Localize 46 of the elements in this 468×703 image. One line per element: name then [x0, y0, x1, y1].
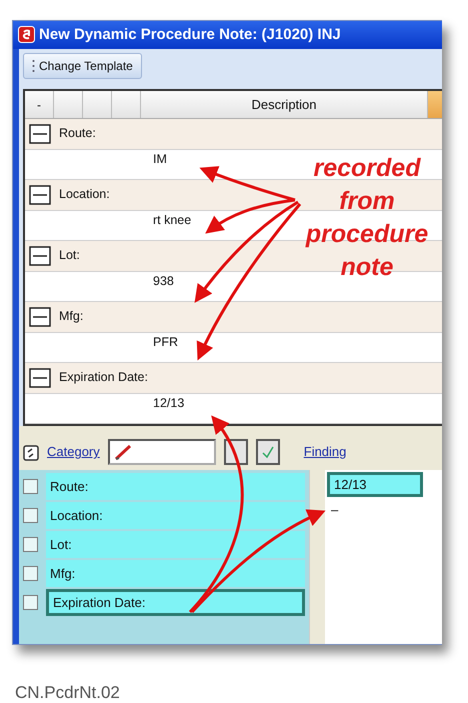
list-item[interactable]: Expiration Date:	[46, 589, 305, 616]
check-icon	[260, 445, 275, 459]
window-title: New Dynamic Procedure Note: (J1020) INJ	[39, 24, 341, 45]
checkbox[interactable]	[23, 479, 38, 494]
checkbox[interactable]	[23, 537, 38, 552]
field-value: 12/13	[153, 394, 184, 412]
scrollbar[interactable]	[309, 470, 325, 644]
annotation-text: from	[338, 186, 396, 217]
annotation-text: procedure	[304, 219, 430, 250]
list-item[interactable]: Mfg:	[46, 560, 305, 587]
finding-item[interactable]: –	[327, 497, 423, 522]
splitter-bar[interactable]	[13, 426, 442, 434]
column-header[interactable]: -	[25, 91, 54, 118]
field-value: IM	[153, 150, 167, 168]
filter-field[interactable]	[108, 439, 216, 465]
toolbar-button[interactable]	[256, 439, 280, 465]
list-item[interactable]: Route:	[46, 473, 305, 500]
list-item[interactable]: Location:	[46, 502, 305, 529]
checkbox[interactable]	[23, 595, 38, 610]
collapse-icon[interactable]	[29, 368, 51, 388]
checkbox[interactable]	[23, 566, 38, 581]
field-label: Expiration Date:	[59, 369, 148, 386]
grip-icon	[32, 59, 35, 73]
field-label: Location:	[59, 186, 110, 204]
field-value: PFR	[153, 334, 178, 350]
toggle-icon[interactable]	[23, 444, 39, 461]
change-template-button[interactable]: Change Template	[23, 53, 142, 79]
finding-tab[interactable]: Finding	[304, 442, 346, 462]
annotation-text: recorded	[312, 153, 422, 184]
collapse-icon[interactable]	[29, 124, 51, 144]
finding-item[interactable]: 12/13	[327, 472, 423, 497]
category-tab[interactable]: Category	[47, 442, 100, 462]
field-value: rt knee	[153, 212, 192, 228]
checkbox[interactable]	[23, 508, 38, 523]
field-label: Mfg:	[59, 308, 84, 326]
field-label: Route:	[59, 125, 96, 142]
app-icon	[18, 26, 35, 44]
collapse-icon[interactable]	[29, 184, 51, 205]
collapse-icon[interactable]	[29, 246, 51, 266]
collapse-icon[interactable]	[29, 306, 51, 327]
list-item[interactable]: Lot:	[46, 531, 305, 558]
annotation-text: note	[340, 252, 394, 283]
field-value: 938	[153, 272, 174, 290]
caption: CN.PcdrNt.02	[15, 682, 120, 703]
field-label: Lot:	[59, 247, 80, 264]
pen-icon	[114, 443, 132, 461]
